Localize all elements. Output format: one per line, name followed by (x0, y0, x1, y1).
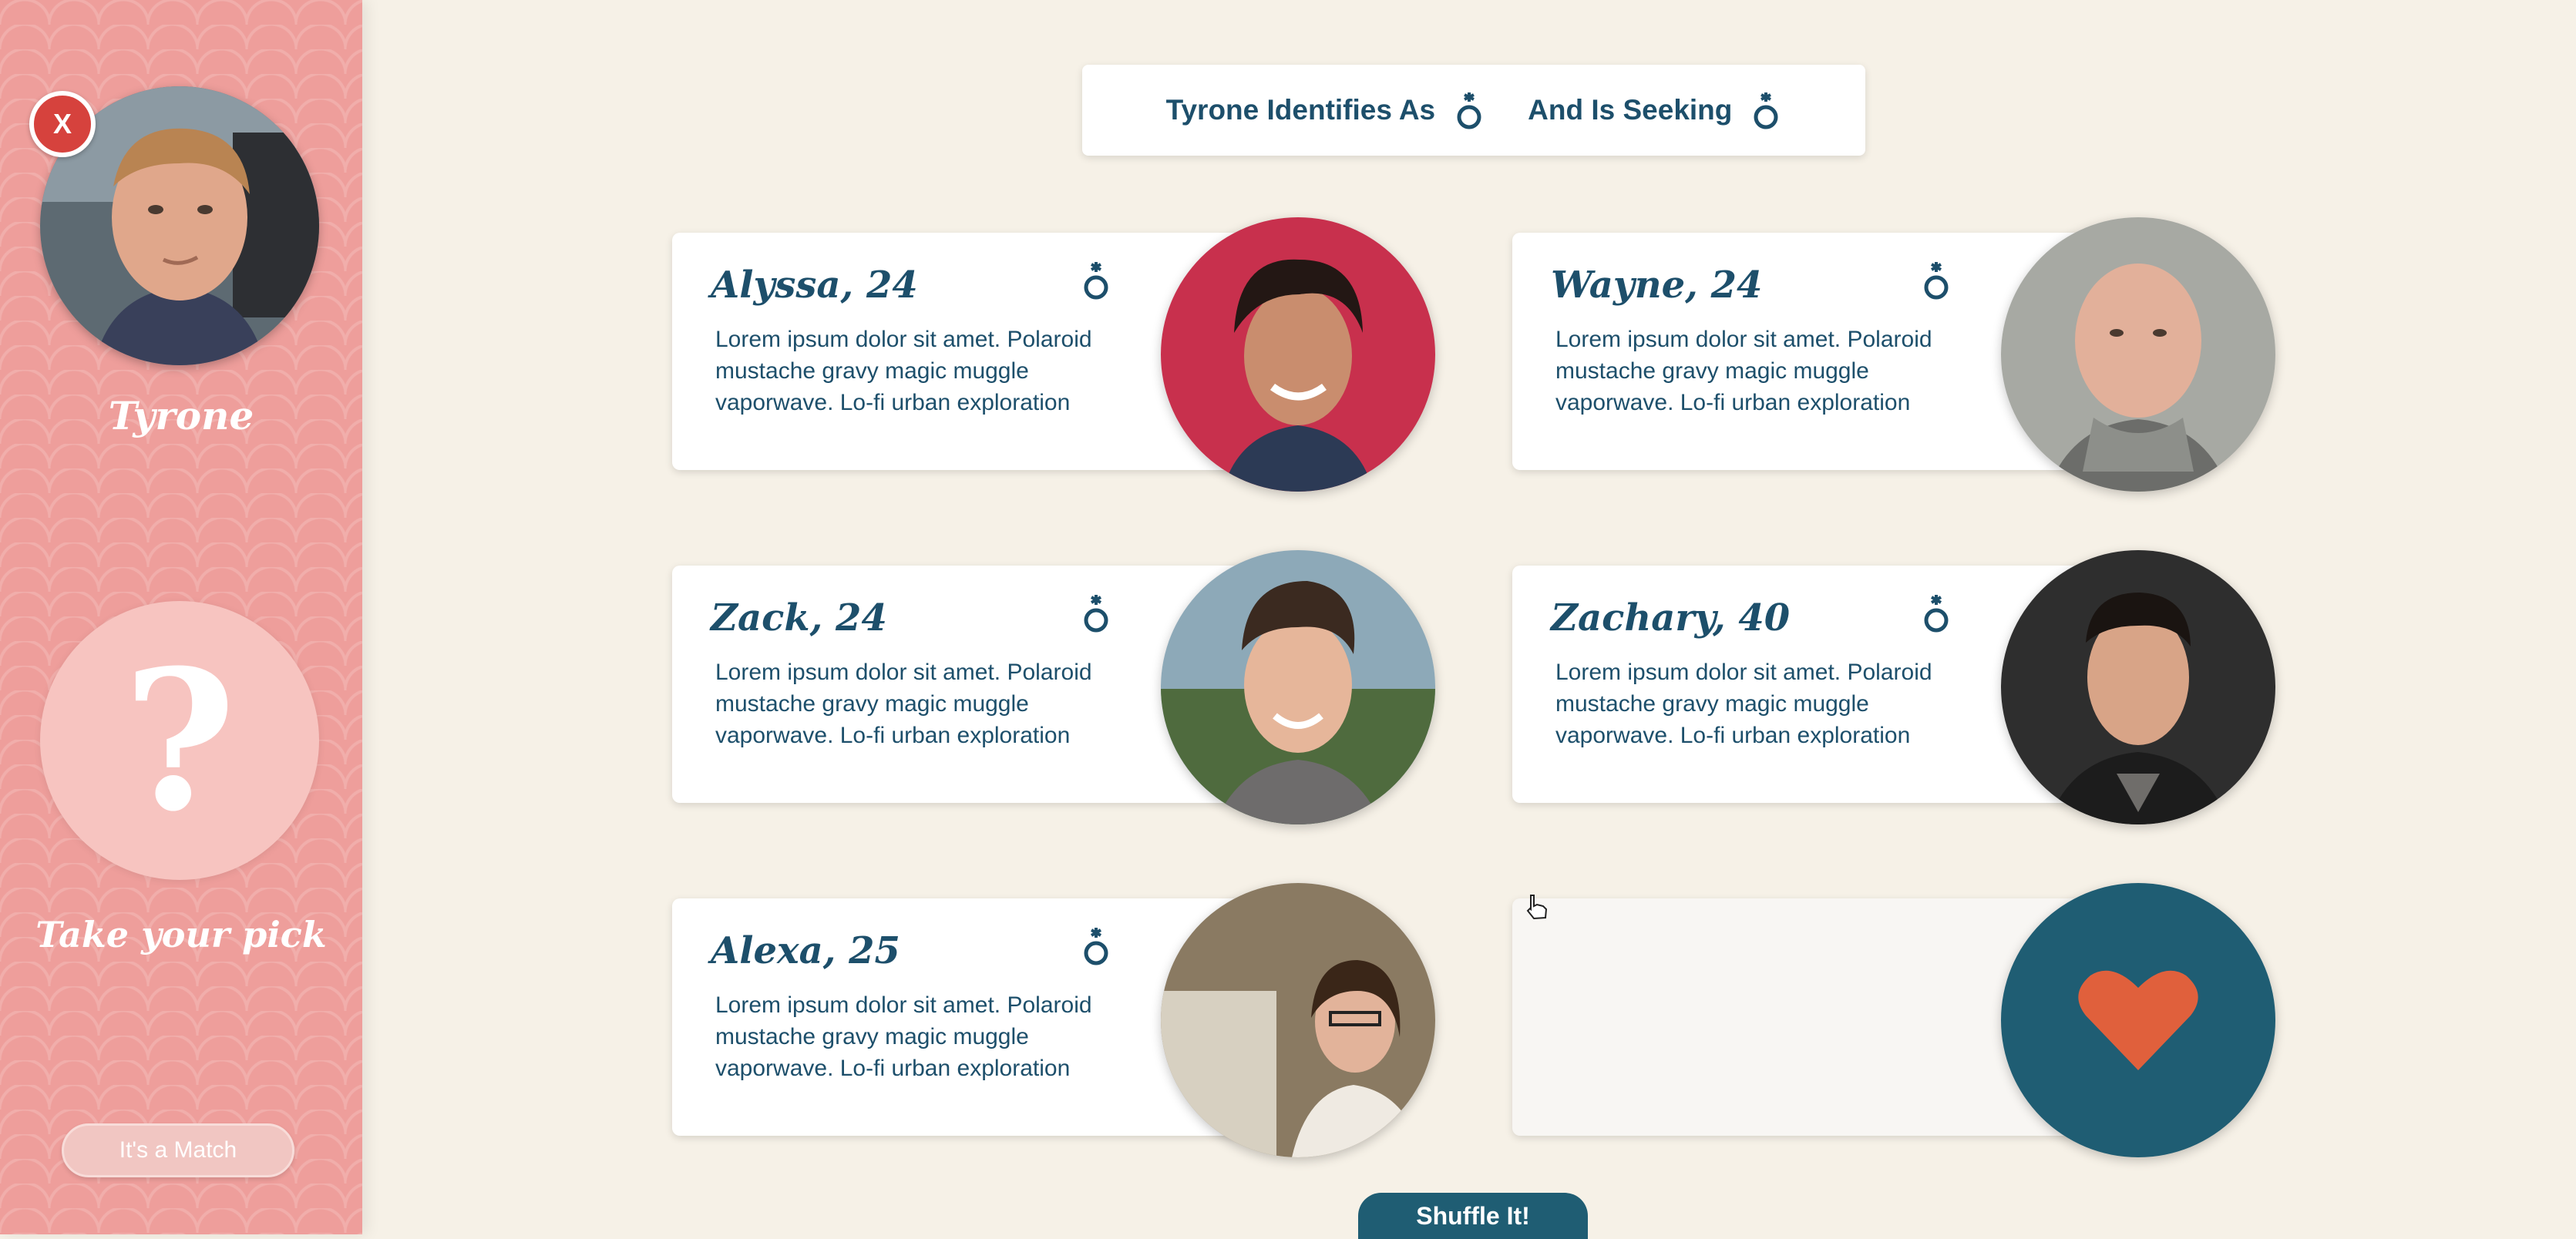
gender-icon (1084, 595, 1108, 633)
question-mark-icon: ? (40, 601, 319, 880)
profile-bio: Lorem ipsum dolor sit amet. Polaroid mus… (715, 992, 1092, 1081)
sidebar: X Tyrone ? Take your pick It's a Match (0, 0, 362, 1234)
take-your-pick-label: Take your pick (35, 914, 327, 955)
profile-photo[interactable] (1161, 217, 1435, 492)
profile-bio: Lorem ipsum dolor sit amet. Polaroid mus… (715, 660, 1092, 748)
shuffle-button[interactable]: Shuffle It! (1358, 1193, 1588, 1239)
profile-photo[interactable] (2001, 550, 2275, 824)
profile-bio: Lorem ipsum dolor sit amet. Polaroid mus… (1555, 327, 1932, 415)
heart-icon[interactable] (2001, 883, 2275, 1157)
profile-card[interactable]: Zack, 24 Lorem ipsum dolor sit amet. Pol… (672, 566, 1243, 803)
profile-photo[interactable] (2001, 217, 2275, 492)
profile-name: Alyssa, 24 (711, 264, 918, 307)
profile-card[interactable]: Alyssa, 24 Lorem ipsum dolor sit amet. P… (672, 233, 1243, 470)
gender-icon (1457, 92, 1481, 129)
identity-header: Tyrone Identifies As And Is Seeking (1082, 65, 1865, 156)
its-a-match-button[interactable]: It's a Match (62, 1123, 294, 1177)
gender-icon (1924, 595, 1949, 633)
profile-photo[interactable] (1161, 883, 1435, 1157)
seeking-label: And Is Seeking (1528, 94, 1733, 126)
gender-icon (1924, 262, 1949, 300)
identifies-label: Tyrone Identifies As (1165, 94, 1436, 126)
close-button[interactable]: X (29, 91, 96, 157)
profile-card[interactable]: Zachary, 40 Lorem ipsum dolor sit amet. … (1512, 566, 2083, 803)
user-name: Tyrone (108, 393, 254, 438)
hand-cursor-icon (1526, 895, 1548, 920)
profile-name: Wayne, 24 (1551, 264, 1763, 307)
profile-name: Alexa, 25 (711, 929, 900, 972)
profile-bio: Lorem ipsum dolor sit amet. Polaroid mus… (1555, 660, 1932, 748)
gender-icon (1754, 92, 1778, 129)
profile-name: Zachary, 40 (1551, 596, 1791, 640)
empty-card (1512, 898, 2083, 1136)
profile-photo[interactable] (1161, 550, 1435, 824)
profile-card[interactable]: Alexa, 25 Lorem ipsum dolor sit amet. Po… (672, 898, 1243, 1136)
profile-name: Zack, 24 (711, 596, 887, 640)
gender-icon (1084, 928, 1108, 965)
profile-card[interactable]: Wayne, 24 Lorem ipsum dolor sit amet. Po… (1512, 233, 2083, 470)
gender-icon (1084, 262, 1108, 300)
profile-bio: Lorem ipsum dolor sit amet. Polaroid mus… (715, 327, 1092, 415)
